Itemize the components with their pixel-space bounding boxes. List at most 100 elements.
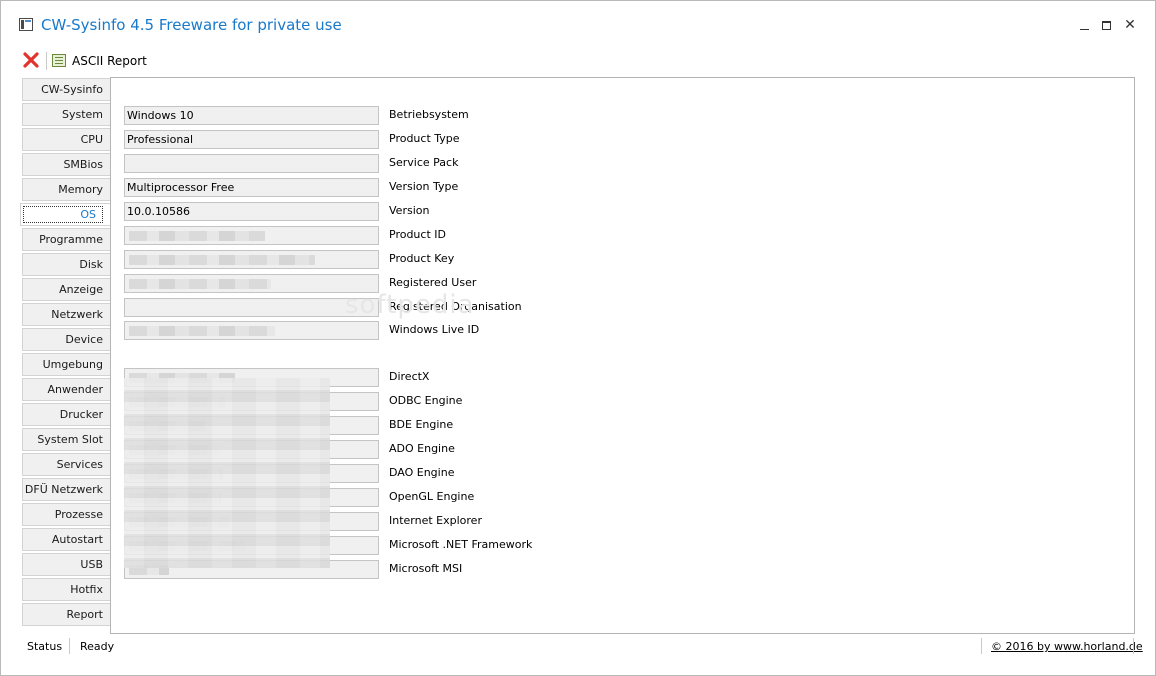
field-label: Registered User <box>389 276 477 289</box>
tab-cw-sysinfo[interactable]: CW-Sysinfo <box>22 78 111 101</box>
tab-label: System Slot <box>37 433 103 446</box>
app-icon <box>19 18 33 31</box>
redacted-value <box>129 279 271 289</box>
field-label: Product Type <box>389 132 460 145</box>
tab-label: Drucker <box>59 408 103 421</box>
value-text: Windows 10 <box>127 109 194 122</box>
field-label: DAO Engine <box>389 466 455 479</box>
value-text: Multiprocessor Free <box>127 181 235 194</box>
tab-hotfix[interactable]: Hotfix <box>22 578 111 601</box>
tab-label: Programme <box>39 233 103 246</box>
close-button[interactable]: ✕ <box>1120 15 1140 35</box>
report-icon <box>52 54 66 67</box>
tab-label: Services <box>56 458 103 471</box>
tab-label: Netzwerk <box>51 308 103 321</box>
redacted-value <box>129 255 315 265</box>
value-field[interactable] <box>124 250 379 269</box>
redacted-value <box>129 231 265 241</box>
field-label: Service Pack <box>389 156 459 169</box>
status-separator <box>981 638 982 654</box>
field-label: Product ID <box>389 228 446 241</box>
value-text: Professional <box>127 133 194 146</box>
tab-system-slot[interactable]: System Slot <box>22 428 111 451</box>
tab-device[interactable]: Device <box>22 328 111 351</box>
maximize-button[interactable] <box>1097 15 1117 35</box>
tab-label: Anzeige <box>59 283 103 296</box>
minimize-button[interactable] <box>1075 15 1095 35</box>
field-label: BDE Engine <box>389 418 454 431</box>
copyright-link[interactable]: © 2016 by www.horland.de <box>991 640 1143 653</box>
field-label: OpenGL Engine <box>389 490 475 503</box>
tab-autostart[interactable]: Autostart <box>22 528 111 551</box>
tab-label: Autostart <box>51 533 103 546</box>
tab-label: Hotfix <box>70 583 103 596</box>
tab-usb[interactable]: USB <box>22 553 111 576</box>
tab-label: Device <box>65 333 103 346</box>
value-field[interactable] <box>124 274 379 293</box>
tab-os[interactable]: OS <box>20 203 111 226</box>
value-field[interactable]: Professional <box>124 130 379 149</box>
tab-drucker[interactable]: Drucker <box>22 403 111 426</box>
value-field[interactable] <box>124 321 379 340</box>
tab-label: Memory <box>58 183 103 196</box>
title-bar: CW-Sysinfo 4.5 Freeware for private use … <box>1 1 1155 43</box>
tab-label: Anwender <box>47 383 103 396</box>
tab-prozesse[interactable]: Prozesse <box>22 503 111 526</box>
tab-report[interactable]: Report <box>22 603 111 626</box>
field-label: ADO Engine <box>389 442 455 455</box>
status-separator <box>69 638 70 654</box>
toolbar-separator <box>46 52 47 70</box>
tab-disk[interactable]: Disk <box>22 253 111 276</box>
tab-label: OS <box>23 206 103 223</box>
tab-label: System <box>61 108 103 121</box>
ascii-report-label: ASCII Report <box>72 54 147 68</box>
status-bar: Status Ready © 2016 by www.horland.de <box>1 636 1155 658</box>
field-label: Windows Live ID <box>389 323 480 336</box>
tab-label: CPU <box>80 133 103 146</box>
tab-label: Prozesse <box>54 508 103 521</box>
field-label: Microsoft .NET Framework <box>389 538 533 551</box>
field-label: ODBC Engine <box>389 394 463 407</box>
tab-label: Disk <box>79 258 103 271</box>
value-field[interactable] <box>124 298 379 317</box>
status-label: Status <box>27 640 63 653</box>
tab-anwender[interactable]: Anwender <box>22 378 111 401</box>
tab-label: CW-Sysinfo <box>41 83 103 96</box>
field-label: Internet Explorer <box>389 514 482 527</box>
tab-system[interactable]: System <box>22 103 111 126</box>
field-label: Version Type <box>389 180 459 193</box>
tab-label: USB <box>80 558 103 571</box>
field-label: Product Key <box>389 252 455 265</box>
field-label: Version <box>389 204 430 217</box>
value-field[interactable] <box>124 154 379 173</box>
tab-umgebung[interactable]: Umgebung <box>22 353 111 376</box>
value-field[interactable]: Multiprocessor Free <box>124 178 379 197</box>
field-label: Microsoft MSI <box>389 562 463 575</box>
field-label: Betriebsystem <box>389 108 469 121</box>
tab-programme[interactable]: Programme <box>22 228 111 251</box>
redaction-overlay <box>124 378 330 568</box>
toolbar: ASCII Report <box>18 50 318 72</box>
tab-smbios[interactable]: SMBios <box>22 153 111 176</box>
tab-label: SMBios <box>63 158 103 171</box>
tab-label: DFÜ Netzwerk <box>24 483 103 496</box>
tab-memory[interactable]: Memory <box>22 178 111 201</box>
value-field[interactable]: Windows 10 <box>124 106 379 125</box>
tab-netzwerk[interactable]: Netzwerk <box>22 303 111 326</box>
tab-df-netzwerk[interactable]: DFÜ Netzwerk <box>22 478 111 501</box>
tab-services[interactable]: Services <box>22 453 111 476</box>
value-field[interactable] <box>124 226 379 245</box>
redacted-value <box>129 326 275 336</box>
tab-label: Report <box>66 608 103 621</box>
status-value: Ready <box>80 640 115 653</box>
tab-label: Umgebung <box>42 358 103 371</box>
window-title: CW-Sysinfo 4.5 Freeware for private use <box>41 16 342 34</box>
red-x-icon[interactable] <box>22 51 40 69</box>
tab-cpu[interactable]: CPU <box>22 128 111 151</box>
tab-anzeige[interactable]: Anzeige <box>22 278 111 301</box>
field-label: DirectX <box>389 370 430 383</box>
watermark: softpedia <box>345 290 475 320</box>
status-separator <box>1133 638 1134 654</box>
value-text: 10.0.10586 <box>127 205 190 218</box>
value-field[interactable]: 10.0.10586 <box>124 202 379 221</box>
